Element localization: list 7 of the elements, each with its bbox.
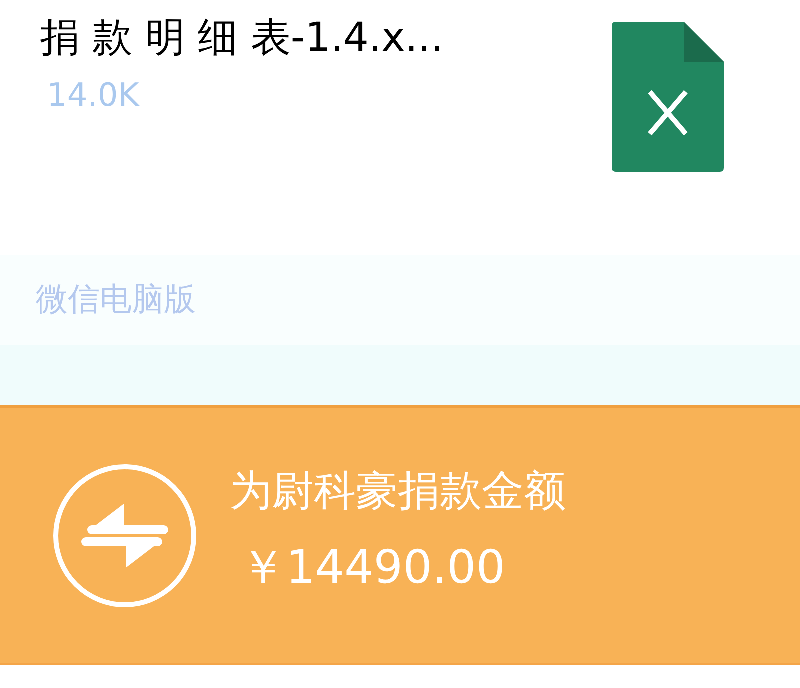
- file-size: 14.0K: [46, 76, 141, 114]
- transfer-title: 为尉科豪捐款金额: [230, 464, 566, 516]
- spreadsheet-file-icon: [612, 22, 724, 172]
- transfer-icon: [52, 462, 198, 608]
- transfer-amount: ￥14490.00: [239, 538, 506, 596]
- file-name: 捐 款 明 细 表-1.4.x...: [40, 14, 444, 62]
- source-label: 微信电脑版: [36, 279, 196, 320]
